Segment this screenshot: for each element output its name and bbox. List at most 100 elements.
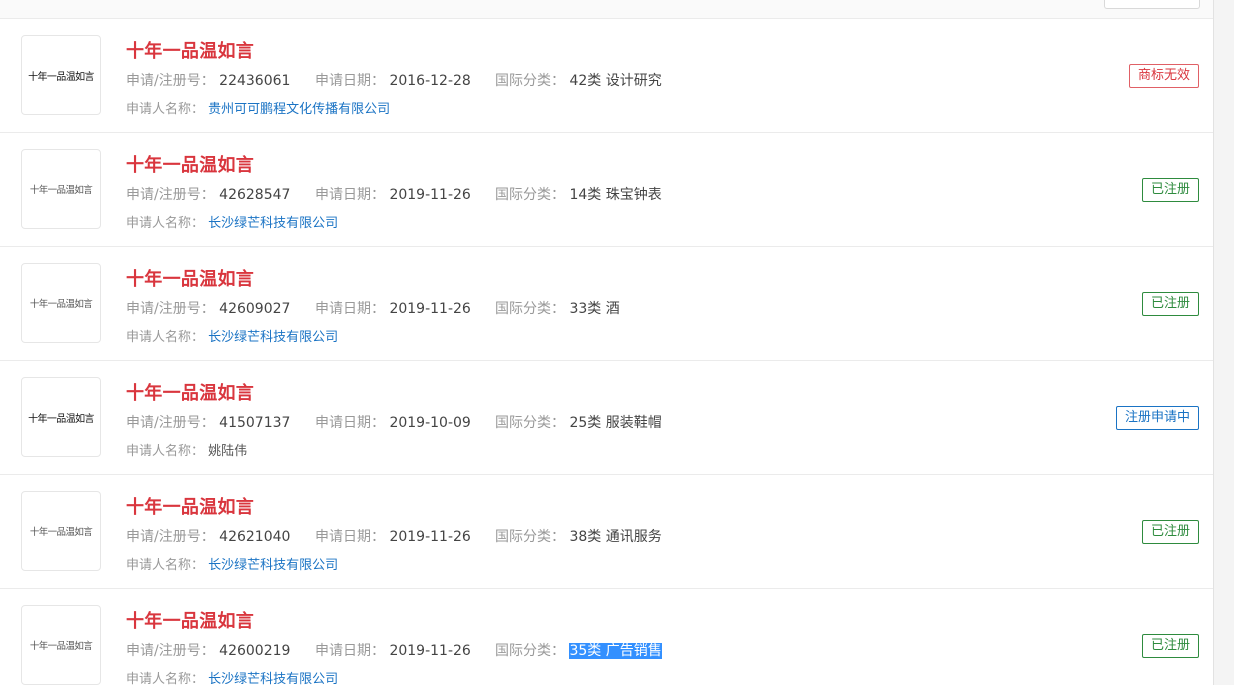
apply-date-label: 申请日期： bbox=[315, 529, 385, 545]
trademark-name[interactable]: 十年一品温如言 bbox=[126, 37, 254, 63]
status-badge: 注册申请中 bbox=[1115, 406, 1199, 430]
applicant-link[interactable]: 贵州可可鹏程文化传播有限公司 bbox=[208, 102, 390, 117]
intl-class-field: 国际分类： 42类 设计研究 bbox=[495, 70, 662, 90]
trademark-image[interactable]: 十年一品温如言 bbox=[21, 263, 101, 343]
apply-date-field: 申请日期： 2019-11-26 bbox=[315, 526, 471, 546]
trademark-image[interactable]: 十年一品温如言 bbox=[21, 491, 101, 571]
trademark-image[interactable]: 十年一品温如言 bbox=[21, 35, 101, 115]
reg-no-label: 申请/注册号： bbox=[126, 529, 215, 545]
apply-date-value: 2019-11-26 bbox=[389, 643, 471, 659]
intl-class-label: 国际分类： bbox=[495, 73, 565, 89]
intl-class-label: 国际分类： bbox=[495, 301, 565, 317]
reg-no-value: 41507137 bbox=[219, 415, 291, 431]
applicant-link[interactable]: 长沙绿芒科技有限公司 bbox=[208, 672, 338, 685]
reg-no-value: 22436061 bbox=[219, 73, 291, 89]
reg-no-field: 申请/注册号： 42628547 bbox=[126, 184, 290, 204]
applicant-link[interactable]: 长沙绿芒科技有限公司 bbox=[208, 216, 338, 231]
reg-no-field: 申请/注册号： 42609027 bbox=[126, 298, 290, 318]
trademark-name[interactable]: 十年一品温如言 bbox=[126, 493, 254, 519]
apply-date-label: 申请日期： bbox=[315, 73, 385, 89]
trademark-image[interactable]: 十年一品温如言 bbox=[21, 149, 101, 229]
apply-date-field: 申请日期： 2019-11-26 bbox=[315, 640, 471, 660]
intl-class-label: 国际分类： bbox=[495, 643, 565, 659]
intl-class-value: 33类 酒 bbox=[569, 301, 620, 317]
page-scrollbar[interactable] bbox=[1213, 0, 1234, 685]
intl-class-value-selected: 35类 广告销售 bbox=[569, 643, 662, 659]
list-header-strip bbox=[0, 0, 1213, 19]
reg-no-label: 申请/注册号： bbox=[126, 415, 215, 431]
intl-class-label: 国际分类： bbox=[495, 187, 565, 203]
applicant-name: 姚陆伟 bbox=[208, 444, 248, 459]
apply-date-value: 2019-11-26 bbox=[389, 187, 471, 203]
applicant-label: 申请人名称： bbox=[126, 672, 205, 685]
trademark-name[interactable]: 十年一品温如言 bbox=[126, 379, 254, 405]
intl-class-value: 38类 通讯服务 bbox=[569, 529, 662, 545]
trademark-image-text: 十年一品温如言 bbox=[28, 413, 94, 425]
reg-no-field: 申请/注册号： 42600219 bbox=[126, 640, 290, 660]
reg-no-field: 申请/注册号： 42621040 bbox=[126, 526, 290, 546]
trademark-name[interactable]: 十年一品温如言 bbox=[126, 151, 254, 177]
applicant-link[interactable]: 长沙绿芒科技有限公司 bbox=[208, 558, 338, 573]
reg-no-label: 申请/注册号： bbox=[126, 73, 215, 89]
reg-no-value: 42621040 bbox=[219, 529, 291, 545]
trademark-row[interactable]: 十年一品温如言 十年一品温如言 申请/注册号： 42628547 申请日期： 2… bbox=[0, 133, 1213, 247]
trademark-image-text: 十年一品温如言 bbox=[29, 641, 93, 652]
trademark-search-page: 十年一品温如言 十年一品温如言 申请/注册号： 22436061 申请日期： 2… bbox=[0, 0, 1234, 685]
trademark-row[interactable]: 十年一品温如言 十年一品温如言 申请/注册号： 42609027 申请日期： 2… bbox=[0, 247, 1213, 361]
applicant-field: 申请人名称： 长沙绿芒科技有限公司 bbox=[126, 668, 338, 685]
apply-date-value: 2019-10-09 bbox=[389, 415, 471, 431]
intl-class-field: 国际分类： 38类 通讯服务 bbox=[495, 526, 662, 546]
reg-no-value: 42628547 bbox=[219, 187, 291, 203]
status-badge: 已注册 bbox=[1141, 634, 1199, 658]
applicant-label: 申请人名称： bbox=[126, 558, 205, 573]
apply-date-label: 申请日期： bbox=[315, 643, 385, 659]
applicant-label: 申请人名称： bbox=[126, 330, 205, 345]
reg-no-value: 42609027 bbox=[219, 301, 291, 317]
applicant-field: 申请人名称： 长沙绿芒科技有限公司 bbox=[126, 554, 338, 573]
status-badge: 商标无效 bbox=[1128, 64, 1199, 88]
reg-no-value: 42600219 bbox=[219, 643, 291, 659]
apply-date-value: 2016-12-28 bbox=[389, 73, 471, 89]
applicant-field: 申请人名称： 姚陆伟 bbox=[126, 440, 247, 459]
intl-class-label: 国际分类： bbox=[495, 529, 565, 545]
intl-class-field: 国际分类： 35类 广告销售 bbox=[495, 640, 662, 660]
applicant-link[interactable]: 长沙绿芒科技有限公司 bbox=[208, 330, 338, 345]
applicant-label: 申请人名称： bbox=[126, 102, 205, 117]
trademark-image-text: 十年一品温如言 bbox=[28, 71, 94, 83]
reg-no-field: 申请/注册号： 41507137 bbox=[126, 412, 290, 432]
applicant-label: 申请人名称： bbox=[126, 444, 205, 459]
trademark-image-text: 十年一品温如言 bbox=[29, 527, 93, 538]
apply-date-label: 申请日期： bbox=[315, 415, 385, 431]
apply-date-field: 申请日期： 2019-10-09 bbox=[315, 412, 471, 432]
applicant-field: 申请人名称： 长沙绿芒科技有限公司 bbox=[126, 212, 338, 231]
sort-dropdown[interactable] bbox=[1104, 0, 1200, 9]
trademark-row[interactable]: 十年一品温如言 十年一品温如言 申请/注册号： 41507137 申请日期： 2… bbox=[0, 361, 1213, 475]
intl-class-value: 42类 设计研究 bbox=[569, 73, 662, 89]
applicant-label: 申请人名称： bbox=[126, 216, 205, 231]
intl-class-value: 14类 珠宝钟表 bbox=[569, 187, 662, 203]
trademark-row[interactable]: 十年一品温如言 十年一品温如言 申请/注册号： 42621040 申请日期： 2… bbox=[0, 475, 1213, 589]
trademark-result-list: 十年一品温如言 十年一品温如言 申请/注册号： 22436061 申请日期： 2… bbox=[0, 0, 1213, 685]
applicant-field: 申请人名称： 长沙绿芒科技有限公司 bbox=[126, 326, 338, 345]
apply-date-value: 2019-11-26 bbox=[389, 529, 471, 545]
trademark-name[interactable]: 十年一品温如言 bbox=[126, 265, 254, 291]
applicant-field: 申请人名称： 贵州可可鹏程文化传播有限公司 bbox=[126, 98, 390, 117]
status-badge: 已注册 bbox=[1141, 178, 1199, 202]
intl-class-field: 国际分类： 33类 酒 bbox=[495, 298, 620, 318]
apply-date-label: 申请日期： bbox=[315, 187, 385, 203]
apply-date-field: 申请日期： 2019-11-26 bbox=[315, 298, 471, 318]
apply-date-value: 2019-11-26 bbox=[389, 301, 471, 317]
trademark-name[interactable]: 十年一品温如言 bbox=[126, 607, 254, 633]
intl-class-field: 国际分类： 25类 服装鞋帽 bbox=[495, 412, 662, 432]
reg-no-label: 申请/注册号： bbox=[126, 187, 215, 203]
status-badge: 已注册 bbox=[1141, 292, 1199, 316]
trademark-row[interactable]: 十年一品温如言 十年一品温如言 申请/注册号： 42600219 申请日期： 2… bbox=[0, 589, 1213, 685]
apply-date-field: 申请日期： 2019-11-26 bbox=[315, 184, 471, 204]
trademark-row[interactable]: 十年一品温如言 十年一品温如言 申请/注册号： 22436061 申请日期： 2… bbox=[0, 19, 1213, 133]
trademark-image[interactable]: 十年一品温如言 bbox=[21, 605, 101, 685]
reg-no-label: 申请/注册号： bbox=[126, 301, 215, 317]
trademark-image[interactable]: 十年一品温如言 bbox=[21, 377, 101, 457]
status-badge: 已注册 bbox=[1141, 520, 1199, 544]
intl-class-field: 国际分类： 14类 珠宝钟表 bbox=[495, 184, 662, 204]
intl-class-label: 国际分类： bbox=[495, 415, 565, 431]
